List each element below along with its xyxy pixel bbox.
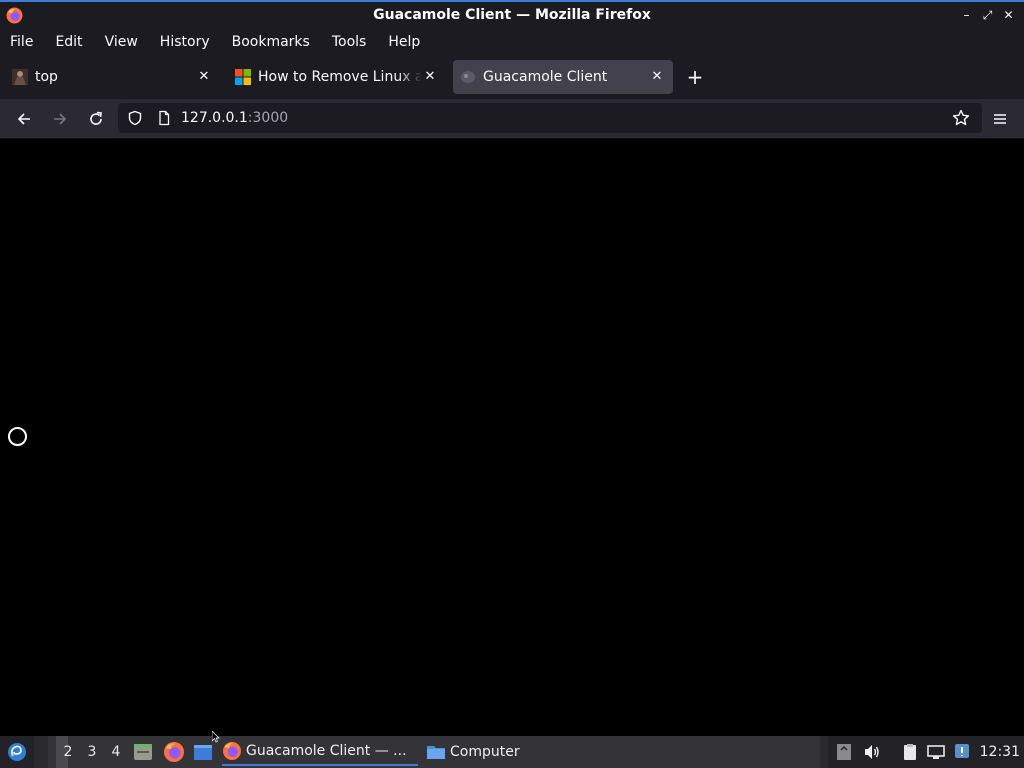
workspace-3[interactable]: 3	[82, 744, 102, 760]
page-content[interactable]	[0, 139, 1024, 736]
restore-icon[interactable]: ⤢	[978, 5, 997, 25]
close-tab-icon[interactable]: ✕	[422, 68, 438, 84]
shield-icon[interactable]	[127, 110, 143, 126]
url-port: :3000	[247, 110, 289, 126]
mouse-pointer-icon	[212, 731, 220, 743]
tab-label: top	[35, 69, 58, 85]
clock[interactable]: 12:31	[980, 744, 1020, 760]
show-desktop-icon[interactable]	[192, 741, 214, 763]
clipboard-icon[interactable]	[900, 742, 920, 762]
firefox-icon	[223, 742, 241, 760]
page-icon[interactable]	[156, 110, 172, 126]
tab-guacamole-client[interactable]: Guacamole Client ✕	[453, 60, 673, 94]
update-notifier-icon[interactable]	[952, 742, 972, 762]
remote-cursor-icon	[8, 427, 27, 446]
url-bar[interactable]: 127.0.0.1:3000	[118, 103, 982, 133]
menu-tools[interactable]: Tools	[332, 34, 367, 50]
tab-label: Guacamole Client	[483, 69, 608, 85]
firefox-icon	[6, 7, 23, 24]
menu-bookmarks[interactable]: Bookmarks	[232, 34, 310, 50]
menu-edit[interactable]: Edit	[55, 34, 82, 50]
task-label: Computer	[450, 744, 520, 760]
menu-help[interactable]: Help	[388, 34, 420, 50]
bookmark-star-icon[interactable]	[952, 109, 970, 127]
menu-history[interactable]: History	[160, 34, 210, 50]
workspace-4[interactable]: 4	[106, 744, 126, 760]
taskbar: 2 3 4 Guacamole Client — ... Computer 12…	[0, 736, 1024, 768]
taskbar-main: 2 3 4 Guacamole Client — ... Computer	[48, 736, 820, 768]
workspace-2[interactable]: 2	[58, 744, 78, 760]
tab-strip: top ✕ How to Remove Linux and ✕ Guacamol…	[0, 55, 1024, 99]
hamburger-menu-icon[interactable]	[988, 107, 1012, 131]
reload-icon[interactable]	[84, 107, 108, 131]
folder-icon	[427, 746, 445, 759]
forward-icon[interactable]	[48, 107, 72, 131]
window-title: Guacamole Client — Mozilla Firefox	[373, 7, 651, 23]
tab-how-to-remove-linux[interactable]: How to Remove Linux and ✕	[228, 60, 446, 94]
system-tray: 12:31	[828, 736, 1024, 768]
navigation-toolbar: 127.0.0.1:3000	[0, 99, 1024, 139]
new-tab-icon[interactable]: +	[684, 65, 706, 89]
volume-icon[interactable]	[862, 742, 882, 762]
file-manager-icon[interactable]	[132, 741, 154, 763]
close-tab-icon[interactable]: ✕	[196, 68, 212, 84]
url-host: 127.0.0.1	[181, 110, 248, 126]
start-menu-button[interactable]	[0, 736, 34, 768]
microsoft-logo-icon	[235, 69, 251, 85]
user-avatar-icon	[12, 69, 28, 85]
tab-top[interactable]: top ✕	[4, 60, 220, 94]
window-titlebar: Guacamole Client — Mozilla Firefox – ⤢ ✕	[0, 0, 1024, 28]
task-firefox-window[interactable]: Guacamole Client — ...	[222, 738, 418, 766]
url-text[interactable]: 127.0.0.1:3000	[181, 110, 288, 126]
menu-file[interactable]: File	[10, 34, 33, 50]
back-icon[interactable]	[12, 107, 36, 131]
task-label: Guacamole Client — ...	[246, 743, 407, 759]
close-tab-icon[interactable]: ✕	[649, 68, 665, 84]
guacamole-icon	[461, 71, 475, 83]
distro-logo-icon	[8, 743, 26, 761]
tray-menu-icon[interactable]	[834, 742, 854, 762]
task-computer-window[interactable]: Computer	[426, 738, 546, 766]
minimize-icon[interactable]: –	[957, 5, 976, 25]
close-window-icon[interactable]: ✕	[999, 5, 1018, 25]
firefox-launcher-icon[interactable]	[163, 741, 185, 763]
menu-view[interactable]: View	[105, 34, 138, 50]
menu-bar: File Edit View History Bookmarks Tools H…	[0, 28, 1024, 55]
tab-label: How to Remove Linux and	[258, 69, 422, 85]
network-icon[interactable]	[926, 742, 946, 762]
window-controls: – ⤢ ✕	[957, 5, 1018, 25]
